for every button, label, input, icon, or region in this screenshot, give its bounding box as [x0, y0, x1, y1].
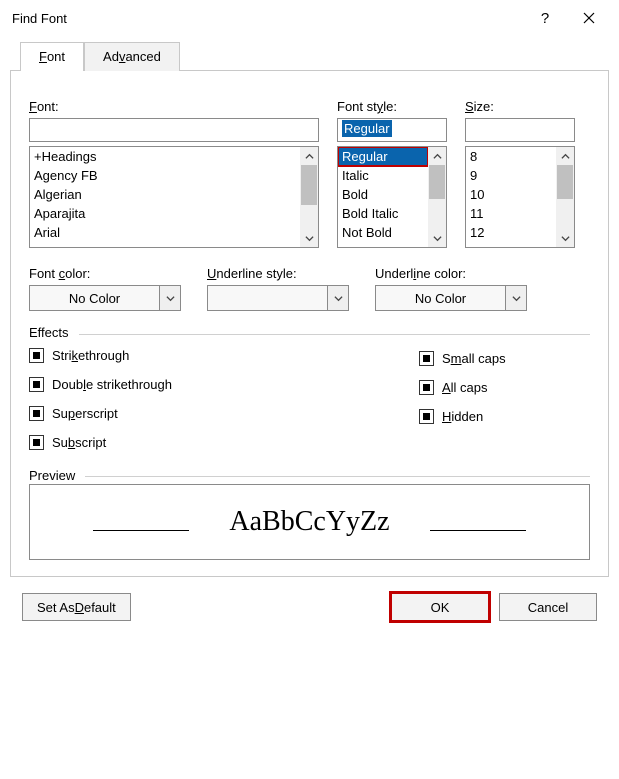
font-row: Font: +Headings Agency FB Algerian Apara… [29, 99, 590, 248]
list-item[interactable]: Aparajita [30, 204, 300, 223]
font-listbox[interactable]: +Headings Agency FB Algerian Aparajita A… [29, 146, 319, 248]
preview-rule [93, 530, 189, 531]
list-item[interactable]: Regular [338, 147, 428, 166]
cancel-button[interactable]: Cancel [499, 593, 597, 621]
help-button[interactable]: ? [523, 0, 567, 36]
preview-section: Preview AaBbCcYyZz [29, 468, 590, 560]
hidden-checkbox[interactable]: Hidden [419, 409, 506, 424]
list-item[interactable]: 10 [466, 185, 556, 204]
chevron-up-icon [433, 152, 442, 161]
chevron-up-icon [561, 152, 570, 161]
chevron-up-icon [305, 152, 314, 161]
preview-rule [430, 530, 526, 531]
list-item[interactable]: 12 [466, 223, 556, 242]
list-item[interactable]: Algerian [30, 185, 300, 204]
underline-color-label: Underline color: [375, 266, 527, 281]
scroll-down-button[interactable] [428, 229, 446, 247]
chevron-down-icon [166, 294, 175, 303]
font-style-column: Font style: Regular Regular Italic Bold … [337, 99, 447, 248]
scroll-down-button[interactable] [556, 229, 574, 247]
close-button[interactable] [567, 0, 611, 36]
tabstrip: Font Advanced [20, 42, 609, 71]
font-input[interactable] [29, 118, 319, 142]
list-item[interactable]: Bold Italic [338, 204, 428, 223]
font-color-label: Font color: [29, 266, 181, 281]
font-color-dropdown[interactable]: No Color [29, 285, 159, 311]
scroll-thumb[interactable] [301, 165, 317, 205]
preview-box: AaBbCcYyZz [29, 484, 590, 560]
size-input[interactable] [465, 118, 575, 142]
underline-style-dropdown[interactable] [207, 285, 327, 311]
size-label: Size: [465, 99, 575, 114]
scroll-up-button[interactable] [428, 147, 446, 165]
subscript-checkbox[interactable]: Subscript [29, 435, 590, 450]
list-item[interactable]: 11 [466, 204, 556, 223]
size-listbox[interactable]: 8 9 10 11 12 [465, 146, 575, 248]
list-item[interactable]: Arial [30, 223, 300, 242]
checkbox-indeterminate-icon [29, 435, 44, 450]
scroll-up-button[interactable] [300, 147, 318, 165]
dropdown-button[interactable] [159, 285, 181, 311]
divider [85, 476, 590, 477]
chevron-down-icon [305, 234, 314, 243]
dialog-footer: Set As Default OK Cancel [10, 577, 609, 637]
ok-button[interactable]: OK [391, 593, 489, 621]
checkbox-indeterminate-icon [419, 380, 434, 395]
scroll-thumb[interactable] [429, 165, 445, 199]
font-style-listbox[interactable]: Regular Italic Bold Bold Italic Not Bold [337, 146, 447, 248]
color-row: Font color: No Color Underline style: Un… [29, 266, 590, 311]
checkbox-indeterminate-icon [419, 409, 434, 424]
font-style-label: Font style: [337, 99, 447, 114]
list-item[interactable]: Italic [338, 166, 428, 185]
underline-style-group: Underline style: [207, 266, 349, 311]
divider [79, 334, 590, 335]
effects-right-col: Small caps All caps Hidden [189, 351, 506, 424]
tab-font[interactable]: Font [20, 42, 84, 71]
list-item[interactable]: Not Bold [338, 223, 428, 242]
scrollbar[interactable] [428, 147, 446, 247]
chevron-down-icon [561, 234, 570, 243]
small-caps-checkbox[interactable]: Small caps [419, 351, 506, 366]
chevron-down-icon [433, 234, 442, 243]
set-as-default-button[interactable]: Set As Default [22, 593, 131, 621]
underline-color-group: Underline color: No Color [375, 266, 527, 311]
scrollbar[interactable] [556, 147, 574, 247]
checkbox-indeterminate-icon [419, 351, 434, 366]
scroll-up-button[interactable] [556, 147, 574, 165]
preview-text: AaBbCcYyZz [229, 506, 389, 538]
size-column: Size: 8 9 10 11 12 [465, 99, 575, 248]
scrollbar[interactable] [300, 147, 318, 247]
tab-panel: Font: +Headings Agency FB Algerian Apara… [10, 70, 609, 577]
checkbox-indeterminate-icon [29, 406, 44, 421]
checkbox-indeterminate-icon [29, 348, 44, 363]
effects-fieldset: Effects Strikethrough Double strikethrou… [29, 325, 590, 450]
list-item[interactable]: 8 [466, 147, 556, 166]
list-item[interactable]: Agency FB [30, 166, 300, 185]
titlebar: Find Font ? [0, 0, 619, 36]
checkbox-indeterminate-icon [29, 377, 44, 392]
preview-legend: Preview [29, 468, 81, 483]
all-caps-checkbox[interactable]: All caps [419, 380, 506, 395]
dropdown-button[interactable] [505, 285, 527, 311]
underline-color-dropdown[interactable]: No Color [375, 285, 505, 311]
close-icon [583, 12, 595, 24]
scroll-thumb[interactable] [557, 165, 573, 199]
tab-advanced[interactable]: Advanced [84, 42, 180, 71]
scroll-down-button[interactable] [300, 229, 318, 247]
dialog-body: Font Advanced Font: +Headings Agency FB … [0, 36, 619, 637]
font-style-input[interactable]: Regular [337, 118, 447, 142]
dropdown-button[interactable] [327, 285, 349, 311]
chevron-down-icon [512, 294, 521, 303]
effects-legend: Effects [29, 325, 75, 340]
list-item[interactable]: +Headings [30, 147, 300, 166]
list-item[interactable]: 9 [466, 166, 556, 185]
list-item[interactable]: Bold [338, 185, 428, 204]
dialog-title: Find Font [12, 11, 523, 26]
font-color-group: Font color: No Color [29, 266, 181, 311]
font-label: Font: [29, 99, 319, 114]
chevron-down-icon [334, 294, 343, 303]
font-column: Font: +Headings Agency FB Algerian Apara… [29, 99, 319, 248]
underline-style-label: Underline style: [207, 266, 349, 281]
